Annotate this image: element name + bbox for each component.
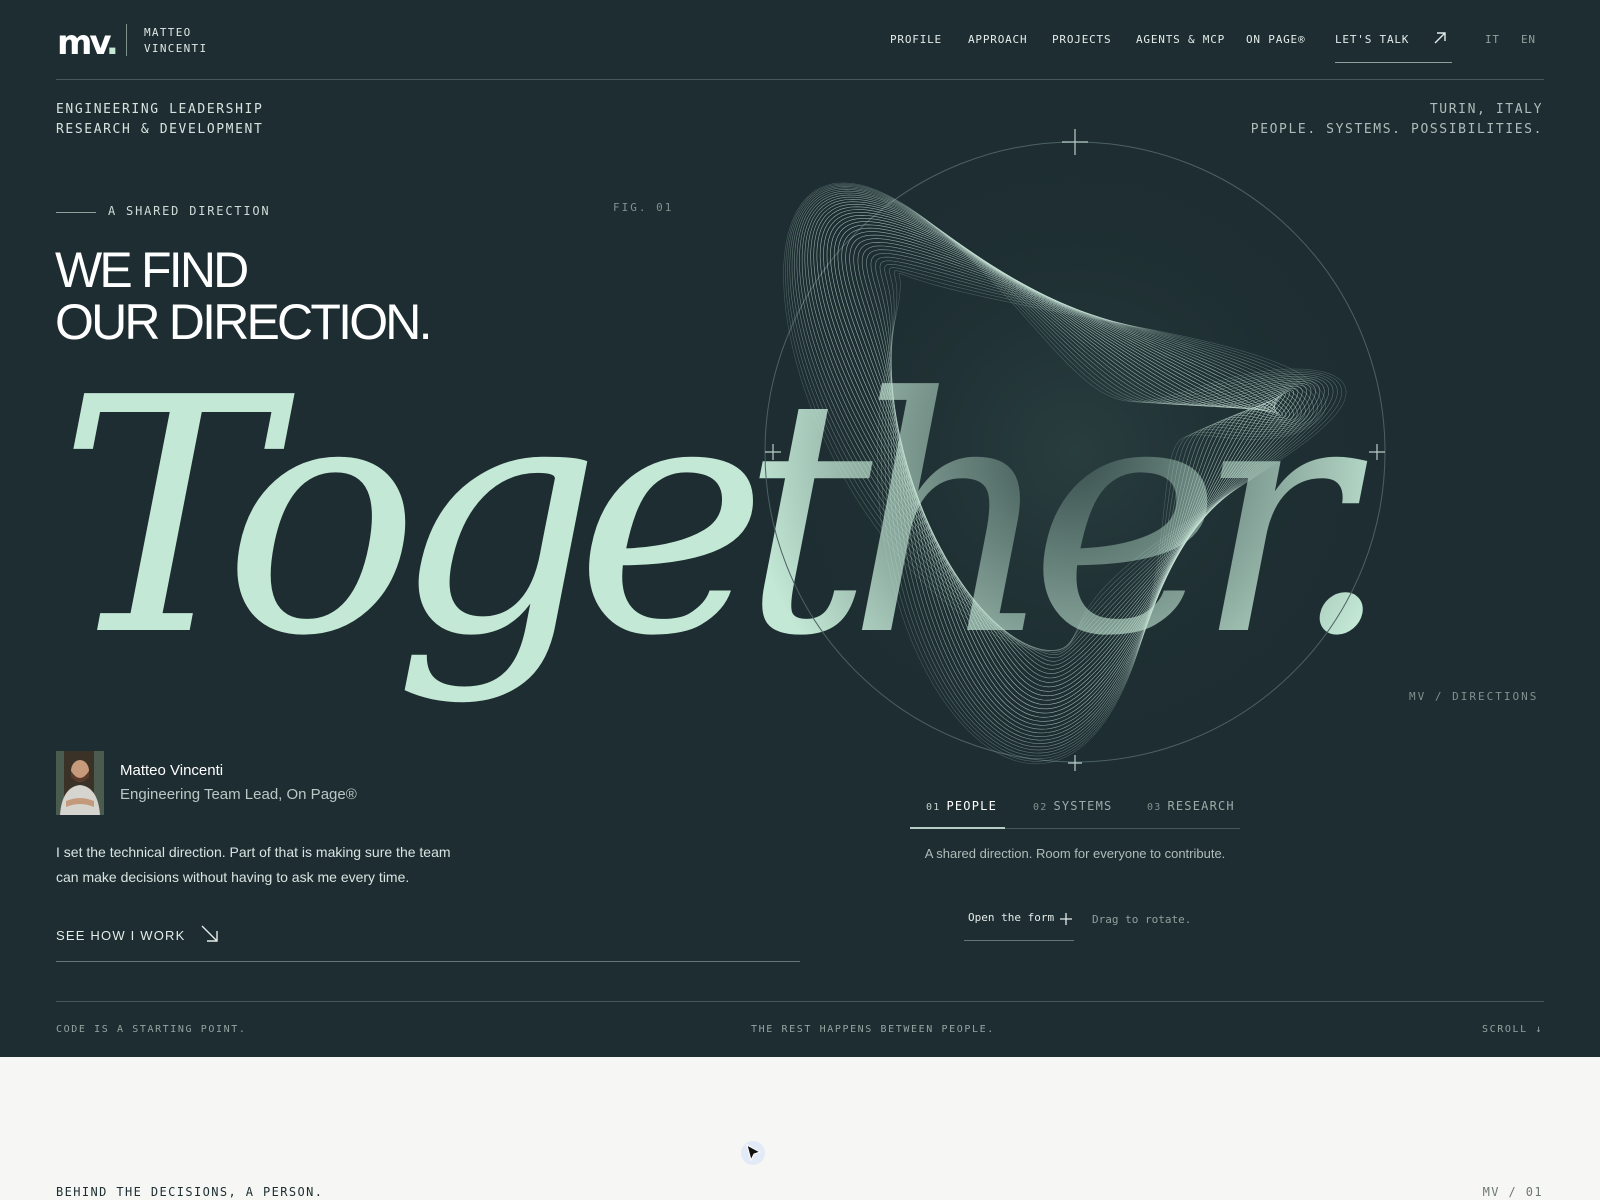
next-section-index: MV / 01 — [1482, 1185, 1543, 1199]
plus-icon — [1060, 913, 1072, 925]
discipline-meta: ENGINEERING LEADERSHIP RESEARCH & DEVELO… — [56, 100, 263, 140]
direction-tabs: 01 PEOPLE 02 SYSTEMS 03 RESEARCH — [910, 793, 1240, 829]
nav-item-projects[interactable]: PROJECTS — [1052, 33, 1111, 46]
tab-research[interactable]: 03 RESEARCH — [1147, 799, 1235, 813]
next-section: BEHIND THE DECISIONS, A PERSON. MV / 01 — [0, 1057, 1600, 1200]
open-form-label: Open the form — [968, 911, 1055, 924]
arrow-up-right-icon — [1434, 32, 1446, 44]
nav-item-agents-mcp[interactable]: AGENTS & MCP — [1136, 33, 1225, 46]
avatar — [56, 751, 104, 815]
discipline-line-2: RESEARCH & DEVELOPMENT — [56, 122, 264, 137]
tab-people[interactable]: 01 PEOPLE — [926, 799, 997, 813]
tab-research-number: 03 — [1147, 802, 1162, 813]
tagline-line: PEOPLE. SYSTEMS. POSSIBILITIES. — [1250, 122, 1543, 137]
mouse-cursor-icon — [741, 1141, 765, 1165]
tab-systems-number: 02 — [1033, 802, 1048, 813]
discipline-line-1: ENGINEERING LEADERSHIP — [56, 102, 264, 117]
profile-role: Engineering Team Lead, On Page® — [120, 786, 357, 803]
footer-divider — [56, 1001, 1544, 1002]
footer-center-text: THE REST HAPPENS BETWEEN PEOPLE. — [751, 1024, 995, 1035]
tab-systems[interactable]: 02 SYSTEMS — [1033, 799, 1112, 813]
lang-it[interactable]: IT — [1485, 33, 1500, 46]
hero-display-word: Together. — [58, 328, 1393, 707]
header-divider — [56, 79, 1544, 80]
scroll-indicator[interactable]: SCROLL ↓ — [1482, 1024, 1543, 1035]
tab-people-number: 01 — [926, 802, 941, 813]
see-how-label: SEE HOW I WORK — [56, 928, 186, 943]
nav-item-profile[interactable]: PROFILE — [890, 33, 942, 46]
footer-left-text: CODE IS A STARTING POINT. — [56, 1024, 247, 1035]
active-tab-indicator — [910, 827, 1005, 829]
avatar-portrait — [56, 751, 104, 815]
crosshair-right-icon — [1369, 444, 1385, 460]
tab-people-label: PEOPLE — [946, 799, 998, 813]
eyebrow-rule — [56, 212, 96, 213]
tab-systems-label: SYSTEMS — [1053, 799, 1113, 813]
hero-section: mv. MATTEO VINCENTI PROFILE APPROACH PRO… — [0, 0, 1600, 1057]
location-line: TURIN, ITALY — [1429, 102, 1543, 117]
open-form-button[interactable]: Open the form — [964, 906, 1074, 941]
lets-talk-button[interactable]: LET'S TALK — [1335, 30, 1452, 63]
arrow-down-right-icon — [201, 925, 218, 942]
nav-item-on-page[interactable]: ON PAGE® — [1246, 33, 1305, 46]
nav-item-approach[interactable]: APPROACH — [968, 33, 1027, 46]
figure-caption: MV / DIRECTIONS — [1409, 690, 1539, 703]
profile-name: Matteo Vincenti — [120, 762, 224, 779]
lets-talk-label: LET'S TALK — [1335, 33, 1410, 46]
headline-line-1: WE FIND — [55, 242, 249, 298]
figure-number: FIG. 01 — [613, 201, 674, 214]
tab-research-label: RESEARCH — [1167, 799, 1235, 813]
crosshair-bottom-icon — [1068, 755, 1082, 771]
drag-hint: Drag to rotate. — [1092, 913, 1192, 926]
profile-bio: I set the technical direction. Part of t… — [56, 844, 451, 885]
location-meta: TURIN, ITALY PEOPLE. SYSTEMS. POSSIBILIT… — [1251, 100, 1543, 140]
lang-en[interactable]: EN — [1521, 33, 1536, 46]
crosshair-top-icon — [1062, 129, 1088, 155]
see-how-i-work-link[interactable]: SEE HOW I WORK — [56, 919, 800, 962]
tab-description: A shared direction. Room for everyone to… — [924, 846, 1226, 861]
next-section-title: BEHIND THE DECISIONS, A PERSON. — [56, 1185, 324, 1199]
eyebrow: A SHARED DIRECTION — [108, 204, 271, 218]
